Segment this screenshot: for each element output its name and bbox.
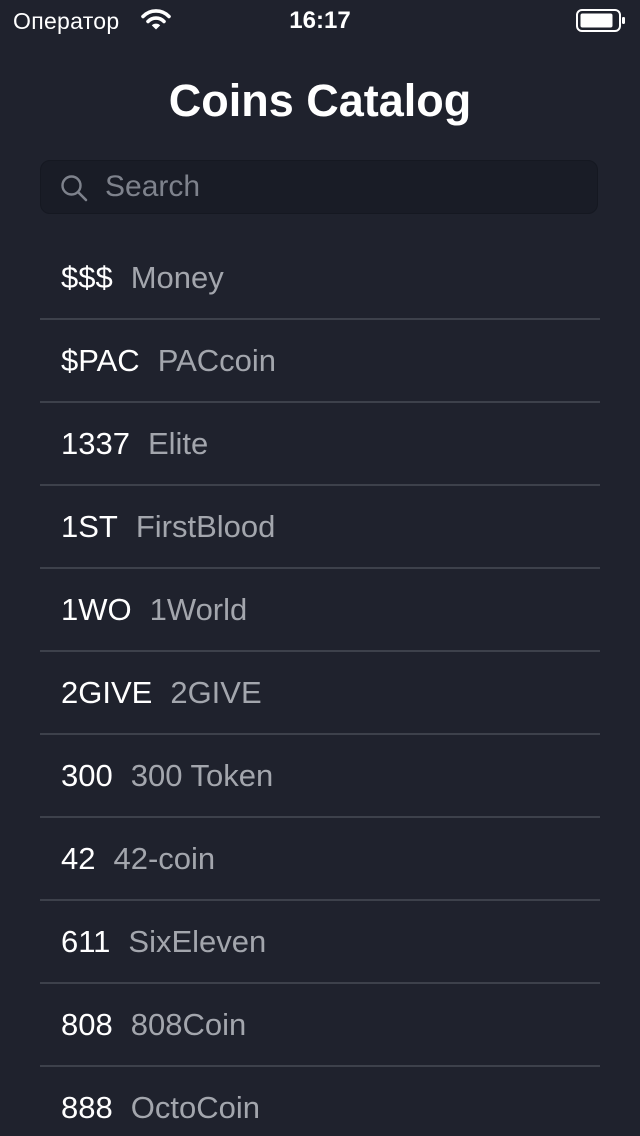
coin-row-elite[interactable]: 1337 Elite	[0, 403, 640, 486]
coin-row-300-token[interactable]: 300 300 Token	[0, 735, 640, 818]
coin-row-sixeleven[interactable]: 611 SixEleven	[0, 901, 640, 984]
coin-row-1world[interactable]: 1WO 1World	[0, 569, 640, 652]
coin-name: 300 Token	[130, 758, 274, 793]
coin-name: 1World	[149, 592, 248, 627]
coin-row-42-coin[interactable]: 42 42-coin	[0, 818, 640, 901]
coin-name: FirstBlood	[135, 509, 276, 544]
coin-symbol: 2GIVE	[61, 675, 153, 710]
coin-symbol: 808	[61, 1007, 113, 1042]
coin-symbol: 1337	[61, 426, 130, 461]
coin-symbol: 888	[61, 1090, 113, 1125]
status-time: 16:17	[289, 7, 351, 34]
status-bar: Оператор 16:17	[0, 0, 640, 40]
coin-name: Elite	[147, 426, 209, 461]
coin-symbol: 611	[61, 924, 111, 959]
coin-row-money[interactable]: $$$ Money	[0, 237, 640, 320]
coin-symbol: 1ST	[61, 509, 118, 544]
coin-row-808coin[interactable]: 808 808Coin	[0, 984, 640, 1067]
coin-symbol: $$$	[61, 260, 113, 295]
coin-name: PACcoin	[157, 343, 276, 378]
coin-row-firstblood[interactable]: 1ST FirstBlood	[0, 486, 640, 569]
battery-icon	[576, 9, 626, 33]
coin-row-paccoin[interactable]: $PAC PACcoin	[0, 320, 640, 403]
search-bar[interactable]	[40, 160, 598, 214]
search-input[interactable]	[105, 161, 585, 213]
coin-name: Money	[130, 260, 224, 295]
coin-name: 808Coin	[130, 1007, 247, 1042]
coin-name: OctoCoin	[130, 1090, 260, 1125]
coin-name: SixEleven	[128, 924, 267, 959]
coin-row-2give[interactable]: 2GIVE 2GIVE	[0, 652, 640, 735]
coin-name: 42-coin	[113, 841, 216, 876]
coin-symbol: 1WO	[61, 592, 132, 627]
coin-symbol: 42	[61, 841, 96, 876]
coin-symbol: 300	[61, 758, 113, 793]
page-title: Coins Catalog	[168, 75, 472, 126]
coin-symbol: $PAC	[61, 343, 140, 378]
coin-name: 2GIVE	[170, 675, 262, 710]
coin-list: $$$ Money $PAC PACcoin 1337 Elite 1ST Fi…	[0, 237, 640, 1136]
search-icon	[60, 174, 88, 202]
coin-row-octocoin[interactable]: 888 OctoCoin	[0, 1067, 640, 1136]
